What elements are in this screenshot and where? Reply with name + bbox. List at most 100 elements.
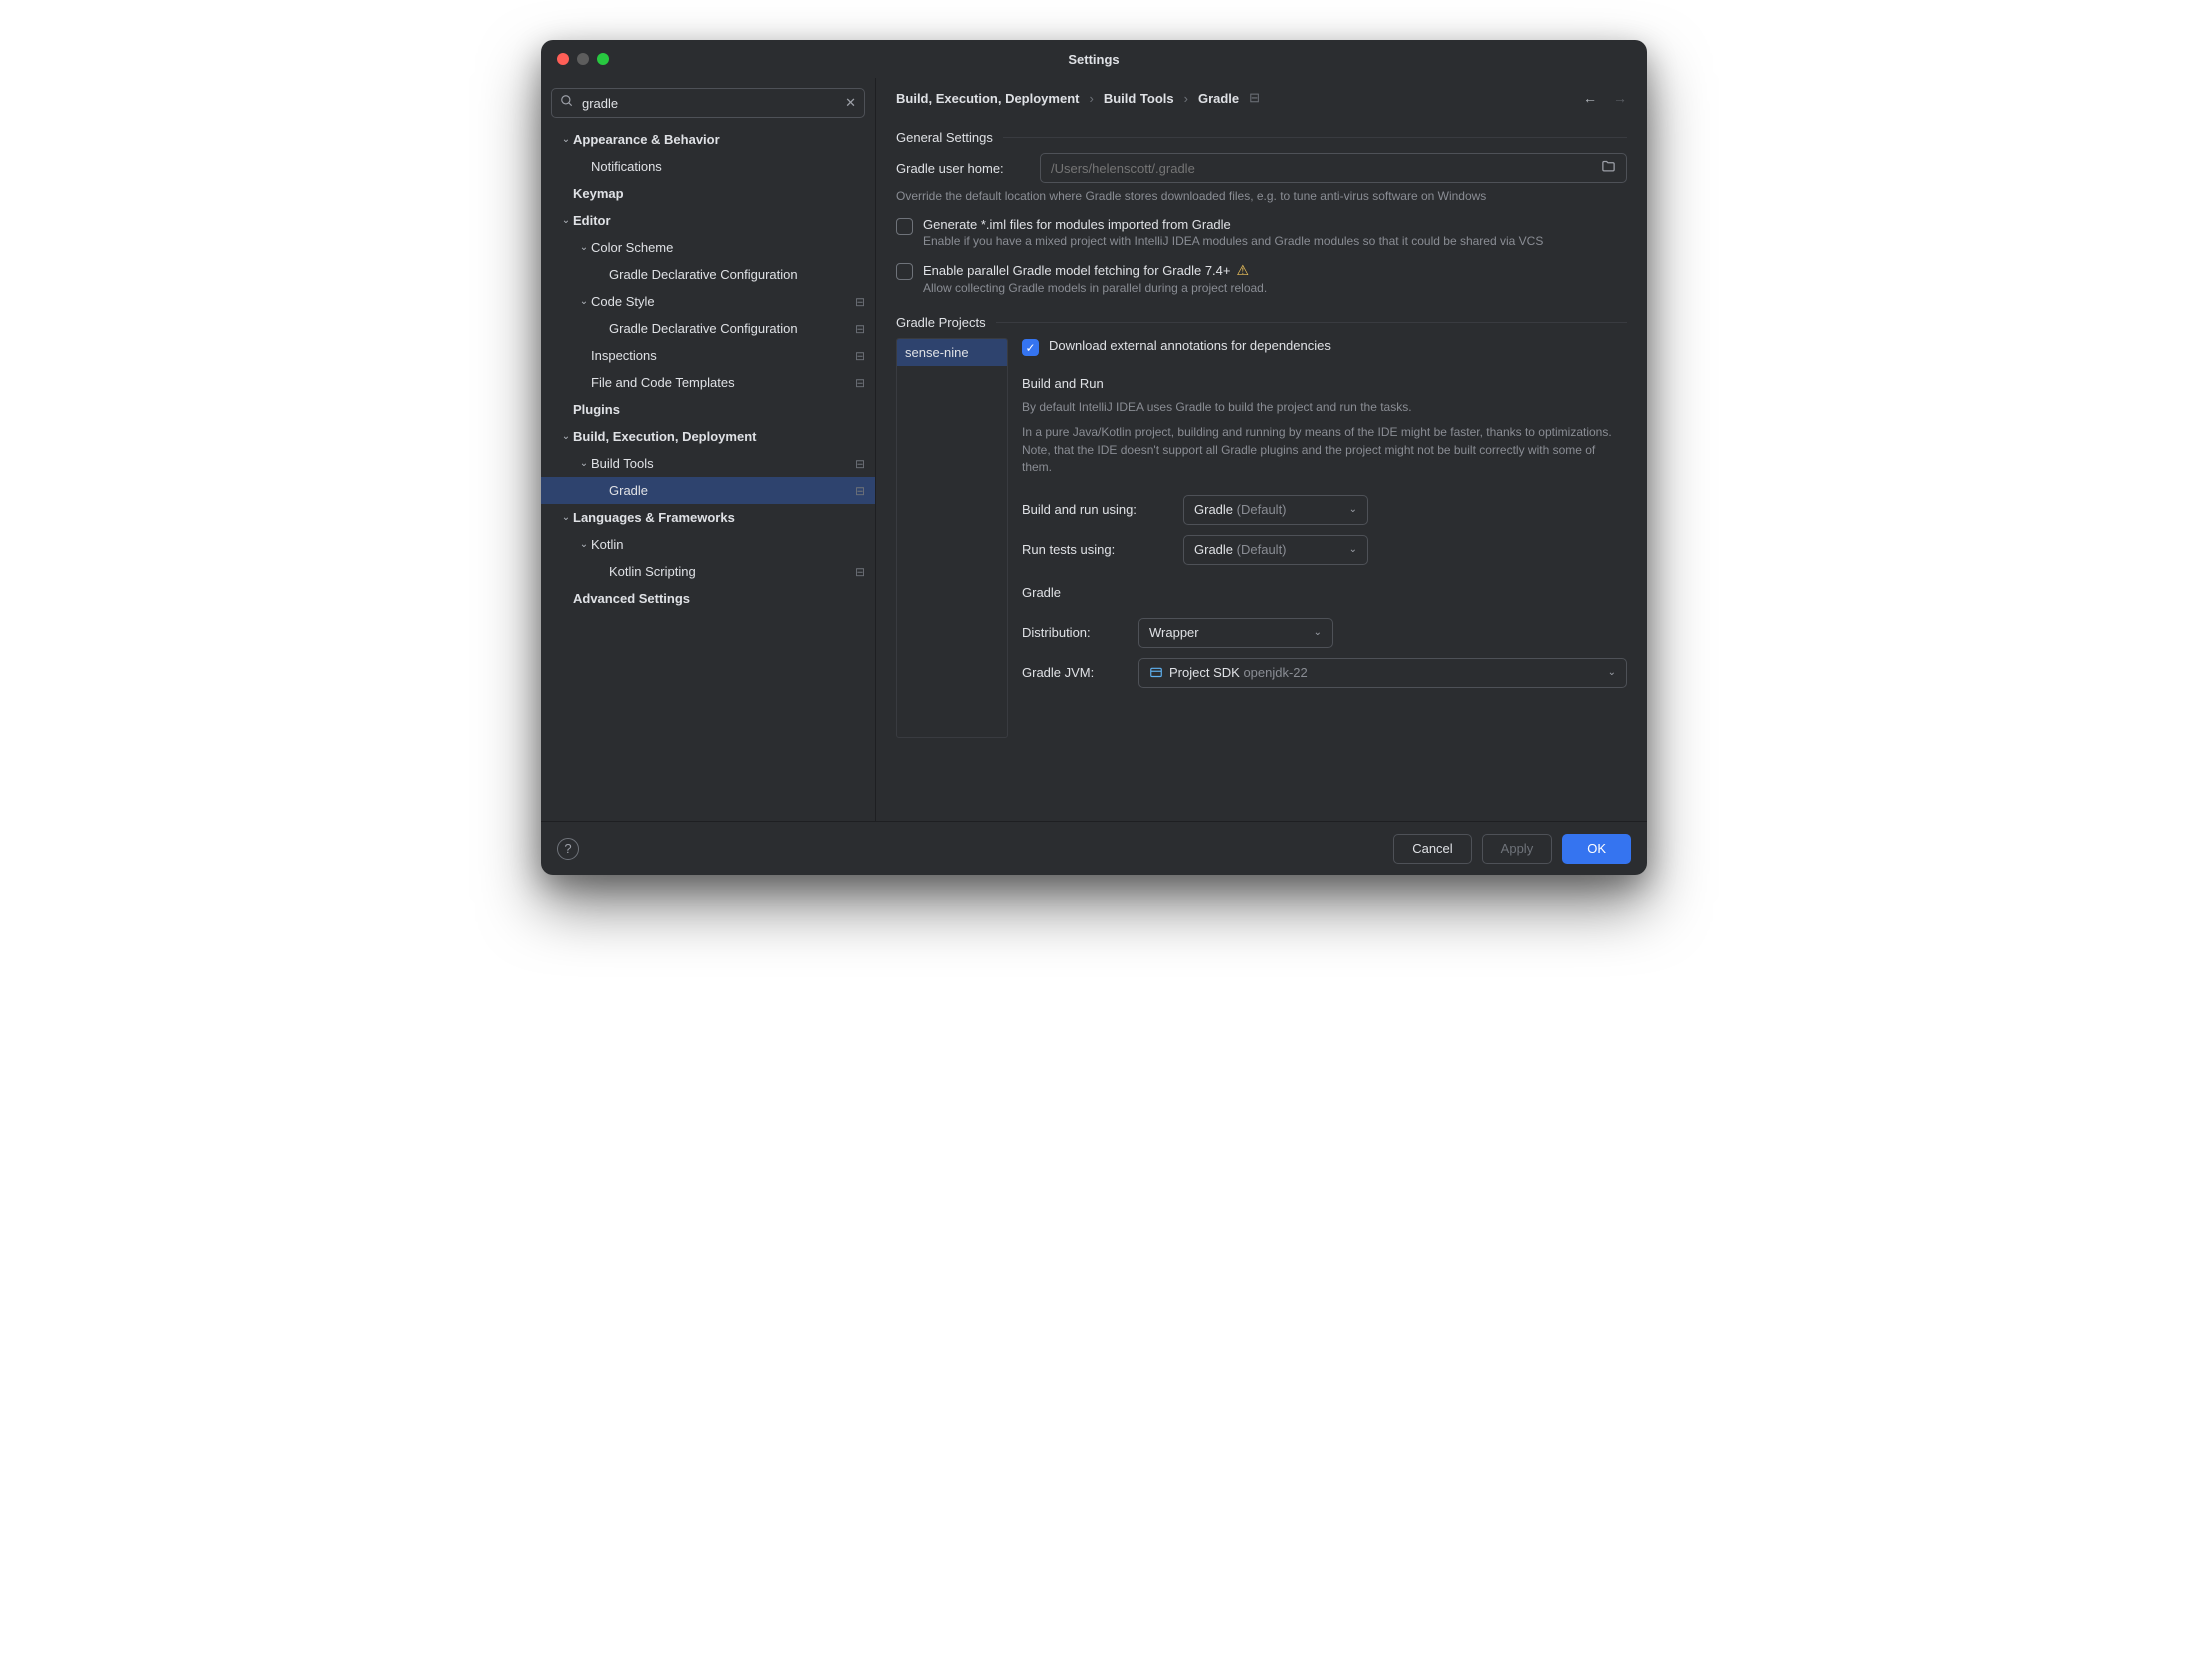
- breadcrumb-separator: ›: [1089, 91, 1093, 106]
- chevron-down-icon: ⌄: [1608, 667, 1616, 678]
- breadcrumb-item[interactable]: Build, Execution, Deployment: [896, 91, 1079, 106]
- scope-icon: ⊟: [855, 349, 865, 363]
- maximize-icon[interactable]: [597, 53, 609, 65]
- breadcrumb: Build, Execution, Deployment › Build Tools…: [896, 90, 1260, 106]
- generate-iml-hint: Enable if you have a mixed project with …: [923, 234, 1543, 248]
- sidebar-item-label: Kotlin Scripting: [609, 564, 696, 579]
- expand-icon: ⌄: [559, 431, 573, 442]
- cancel-button[interactable]: Cancel: [1393, 834, 1471, 864]
- sidebar-item-advanced-settings[interactable]: Advanced Settings: [541, 585, 875, 612]
- warning-icon: ⚠: [1237, 262, 1250, 279]
- distribution-label: Distribution:: [1022, 625, 1122, 640]
- parallel-fetch-label: Enable parallel Gradle model fetching fo…: [923, 263, 1231, 278]
- generate-iml-label: Generate *.iml files for modules importe…: [923, 217, 1543, 232]
- sidebar-item-languages-frameworks[interactable]: ⌄Languages & Frameworks: [541, 504, 875, 531]
- sidebar-item-keymap[interactable]: Keymap: [541, 180, 875, 207]
- build-run-desc2: In a pure Java/Kotlin project, building …: [1022, 424, 1627, 476]
- breadcrumb-item[interactable]: Build Tools: [1104, 91, 1174, 106]
- breadcrumb-item[interactable]: Gradle: [1198, 91, 1239, 106]
- sidebar-item-gradle-declarative-configuration[interactable]: Gradle Declarative Configuration: [541, 261, 875, 288]
- build-using-dropdown[interactable]: Gradle (Default) ⌄: [1183, 495, 1368, 525]
- sidebar-item-label: Editor: [573, 213, 611, 228]
- body: ✕ ⌄Appearance & BehaviorNotificationsKey…: [541, 78, 1647, 821]
- restore-icon[interactable]: ⊟: [1249, 90, 1260, 106]
- scope-icon: ⊟: [855, 565, 865, 579]
- nav-arrows: ← →: [1583, 90, 1627, 106]
- parallel-fetch-checkbox[interactable]: [896, 263, 913, 280]
- distribution-dropdown[interactable]: Wrapper ⌄: [1138, 618, 1333, 648]
- sidebar-item-label: Build, Execution, Deployment: [573, 429, 756, 444]
- expand-icon: ⌄: [577, 242, 591, 253]
- folder-icon[interactable]: [1601, 159, 1616, 177]
- expand-icon: ⌄: [559, 134, 573, 145]
- chevron-down-icon: ⌄: [1349, 544, 1357, 555]
- gradle-projects-list[interactable]: sense-nine: [896, 338, 1008, 738]
- sidebar-item-build-tools[interactable]: ⌄Build Tools⊟: [541, 450, 875, 477]
- scope-icon: ⊟: [855, 484, 865, 498]
- sidebar-item-gradle-declarative-configuration[interactable]: Gradle Declarative Configuration ⊟: [541, 315, 875, 342]
- tests-using-label: Run tests using:: [1022, 542, 1167, 557]
- clear-icon[interactable]: ✕: [845, 95, 856, 111]
- window-title: Settings: [541, 52, 1647, 67]
- sidebar-item-plugins[interactable]: Plugins: [541, 396, 875, 423]
- close-icon[interactable]: [557, 53, 569, 65]
- nav-back-icon[interactable]: ←: [1583, 90, 1597, 106]
- parallel-fetch-hint: Allow collecting Gradle models in parall…: [923, 281, 1267, 295]
- expand-icon: ⌄: [559, 512, 573, 523]
- minimize-icon[interactable]: [577, 53, 589, 65]
- footer: ? Cancel Apply OK: [541, 821, 1647, 875]
- breadcrumb-separator: ›: [1184, 91, 1188, 106]
- generate-iml-checkbox[interactable]: [896, 218, 913, 235]
- sidebar-item-label: Keymap: [573, 186, 624, 201]
- section-general: General Settings: [896, 130, 1627, 145]
- ok-button[interactable]: OK: [1562, 834, 1631, 864]
- sidebar-item-color-scheme[interactable]: ⌄Color Scheme: [541, 234, 875, 261]
- sidebar-item-notifications[interactable]: Notifications: [541, 153, 875, 180]
- settings-tree[interactable]: ⌄Appearance & BehaviorNotificationsKeyma…: [541, 126, 875, 821]
- sidebar-item-kotlin-scripting[interactable]: Kotlin Scripting ⊟: [541, 558, 875, 585]
- expand-icon: ⌄: [577, 458, 591, 469]
- sidebar-item-inspections[interactable]: Inspections⊟: [541, 342, 875, 369]
- chevron-down-icon: ⌄: [1349, 504, 1357, 515]
- scope-icon: ⊟: [855, 295, 865, 309]
- help-button[interactable]: ?: [557, 838, 579, 860]
- expand-icon: ⌄: [559, 215, 573, 226]
- breadcrumb-row: Build, Execution, Deployment › Build Tools…: [876, 78, 1647, 112]
- build-run-desc1: By default IntelliJ IDEA uses Gradle to …: [1022, 399, 1627, 416]
- sidebar-item-label: Kotlin: [591, 537, 624, 552]
- scope-icon: ⊟: [855, 322, 865, 336]
- sidebar-item-build-execution-deployment[interactable]: ⌄Build, Execution, Deployment: [541, 423, 875, 450]
- sidebar-item-label: Gradle Declarative Configuration: [609, 321, 798, 336]
- gradle-heading: Gradle: [1022, 585, 1627, 600]
- sidebar-item-kotlin[interactable]: ⌄Kotlin: [541, 531, 875, 558]
- sidebar-item-label: File and Code Templates: [591, 375, 735, 390]
- section-projects: Gradle Projects: [896, 315, 1627, 330]
- sidebar-item-label: Advanced Settings: [573, 591, 690, 606]
- sidebar-item-gradle[interactable]: Gradle ⊟: [541, 477, 875, 504]
- gradle-user-home-input[interactable]: [1040, 153, 1627, 183]
- tests-using-dropdown[interactable]: Gradle (Default) ⌄: [1183, 535, 1368, 565]
- search-field[interactable]: [582, 96, 837, 111]
- gradle-user-home-field[interactable]: [1051, 161, 1593, 176]
- sidebar-item-label: Gradle Declarative Configuration: [609, 267, 798, 282]
- sidebar-item-appearance-behavior[interactable]: ⌄Appearance & Behavior: [541, 126, 875, 153]
- sidebar-item-label: Color Scheme: [591, 240, 673, 255]
- chevron-down-icon: ⌄: [1314, 627, 1322, 638]
- sidebar-item-label: Notifications: [591, 159, 662, 174]
- apply-button: Apply: [1482, 834, 1553, 864]
- sidebar-item-file-and-code-templates[interactable]: File and Code Templates⊟: [541, 369, 875, 396]
- sidebar-item-label: Appearance & Behavior: [573, 132, 720, 147]
- download-annotations-checkbox[interactable]: ✓: [1022, 339, 1039, 356]
- gradle-jvm-dropdown[interactable]: Project SDK openjdk-22 ⌄: [1138, 658, 1627, 688]
- nav-forward-icon: →: [1613, 90, 1627, 106]
- gradle-user-home-label: Gradle user home:: [896, 161, 1026, 176]
- settings-window: Settings ✕ ⌄Appearance & BehaviorNotific…: [541, 40, 1647, 875]
- download-annotations-label: Download external annotations for depend…: [1049, 338, 1331, 353]
- sidebar-item-label: Gradle: [609, 483, 648, 498]
- sidebar-item-editor[interactable]: ⌄Editor: [541, 207, 875, 234]
- search-input[interactable]: ✕: [551, 88, 865, 118]
- search-icon: [560, 94, 574, 113]
- titlebar: Settings: [541, 40, 1647, 78]
- sidebar-item-code-style[interactable]: ⌄Code Style⊟: [541, 288, 875, 315]
- project-item[interactable]: sense-nine: [897, 339, 1007, 366]
